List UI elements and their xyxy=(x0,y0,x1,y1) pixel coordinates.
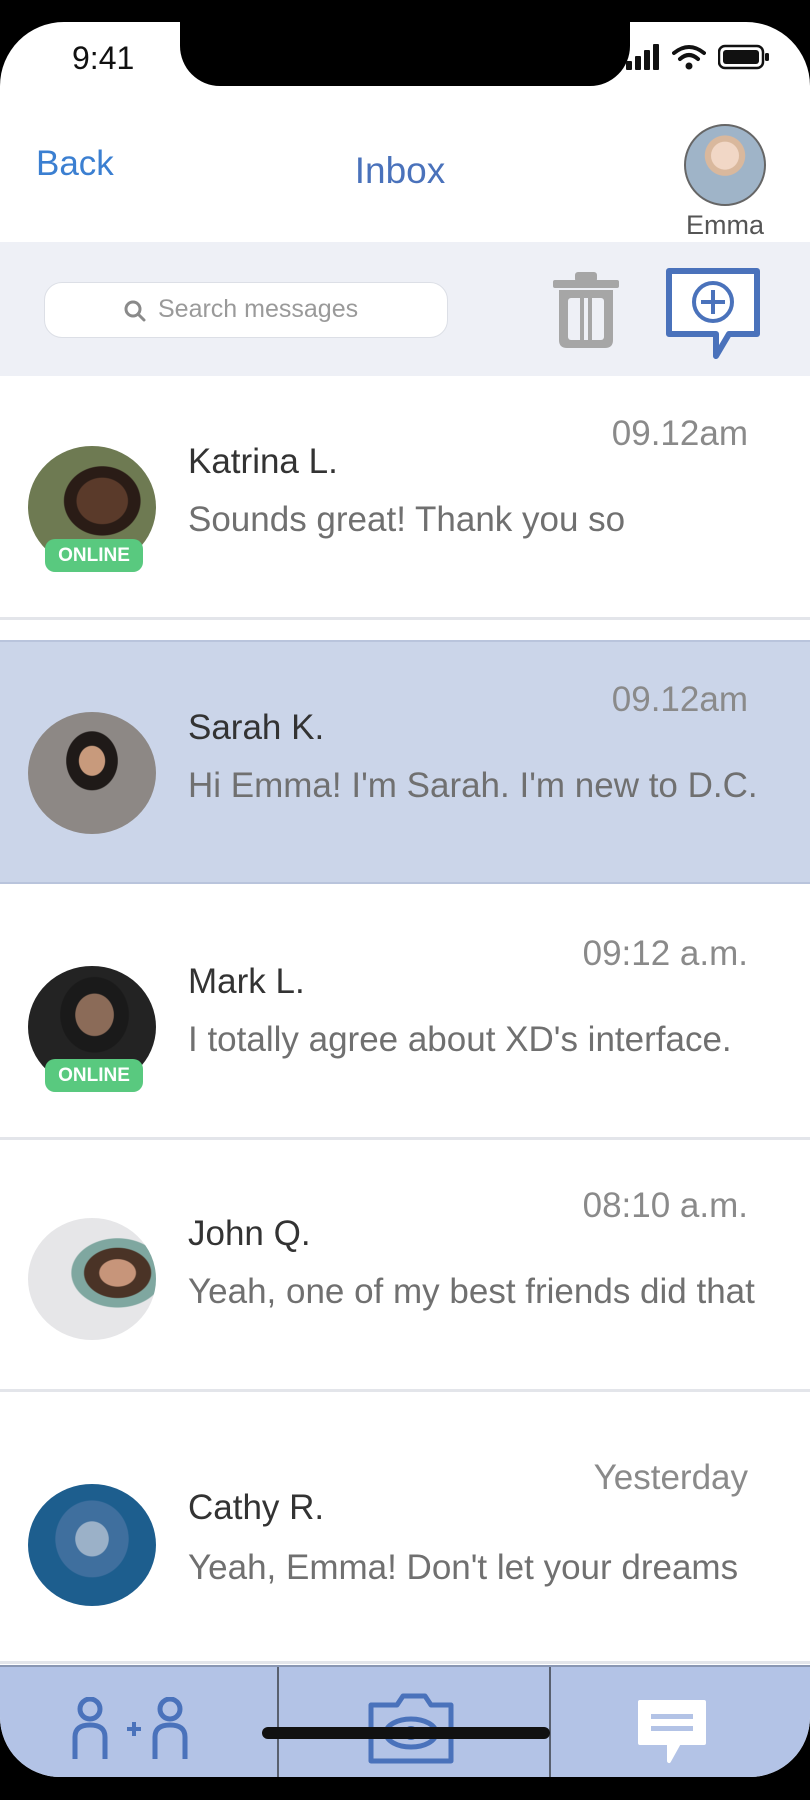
contact-name: Cathy R. xyxy=(188,1488,325,1527)
search-input[interactable]: Search messages xyxy=(44,282,448,338)
message-preview: Sounds great! Thank you so xyxy=(188,500,626,539)
message-preview: Yeah, Emma! Don't let your dreams xyxy=(188,1548,739,1587)
tab-chat[interactable] xyxy=(551,1667,810,1777)
search-placeholder: Search messages xyxy=(158,295,359,323)
message-time: 08:10 a.m. xyxy=(582,1186,748,1225)
conversation-row-mark[interactable]: ONLINE Mark L. I totally agree about XD'… xyxy=(0,896,810,1140)
conversation-row-katrina[interactable]: ONLINE Katrina L. Sounds great! Thank yo… xyxy=(0,376,810,620)
conversation-row-sarah[interactable]: Sarah K. Hi Emma! I'm Sarah. I'm new to … xyxy=(0,640,810,884)
app-screen: 9:41 Back Inbox Emma Search messages ONL… xyxy=(0,22,810,1777)
user-name: Emma xyxy=(685,210,764,240)
page-title: Inbox xyxy=(354,150,446,191)
add-friend-icon xyxy=(72,1697,188,1759)
contact-name: Sarah K. xyxy=(188,708,325,747)
device-notch xyxy=(180,22,630,86)
message-time: 09.12am xyxy=(611,680,748,719)
conversation-row-cathy[interactable]: Cathy R. Yeah, Emma! Don't let your drea… xyxy=(0,1400,810,1664)
tab-add-friend[interactable] xyxy=(0,1667,278,1777)
contact-avatar xyxy=(28,1484,156,1606)
signal-icon xyxy=(626,44,659,70)
home-indicator xyxy=(262,1727,550,1739)
status-time: 9:41 xyxy=(72,40,135,76)
contact-avatar xyxy=(28,1218,156,1340)
chat-icon xyxy=(638,1700,706,1763)
conversation-row-john[interactable]: John Q. Yeah, one of my best friends did… xyxy=(0,1148,810,1392)
contact-name: John Q. xyxy=(188,1214,311,1253)
inbox-toolbar: Search messages xyxy=(0,242,810,376)
online-badge: ONLINE xyxy=(45,539,143,572)
bottom-tab-bar xyxy=(0,1665,810,1777)
tab-camera[interactable] xyxy=(279,1667,549,1777)
message-time: Yesterday xyxy=(593,1458,748,1497)
online-badge: ONLINE xyxy=(45,1059,143,1092)
status-icons xyxy=(626,44,776,74)
message-preview: Hi Emma! I'm Sarah. I'm new to D.C. xyxy=(188,766,758,805)
battery-icon xyxy=(718,44,769,70)
compose-icon[interactable] xyxy=(666,268,760,362)
message-preview: Yeah, one of my best friends did that xyxy=(188,1272,755,1311)
contact-name: Mark L. xyxy=(188,962,305,1001)
phone-frame: 9:41 Back Inbox Emma Search messages ONL… xyxy=(0,0,810,1800)
contact-avatar xyxy=(28,712,156,834)
message-time: 09.12am xyxy=(611,414,748,453)
trash-icon[interactable] xyxy=(551,272,621,348)
message-time: 09:12 a.m. xyxy=(582,934,748,973)
wifi-icon xyxy=(672,45,706,70)
contact-name: Katrina L. xyxy=(188,442,338,481)
search-icon xyxy=(124,300,146,322)
user-avatar[interactable] xyxy=(684,124,766,206)
message-preview: I totally agree about XD's interface. xyxy=(188,1020,732,1059)
inbox-header: Back Inbox Emma xyxy=(0,102,810,242)
